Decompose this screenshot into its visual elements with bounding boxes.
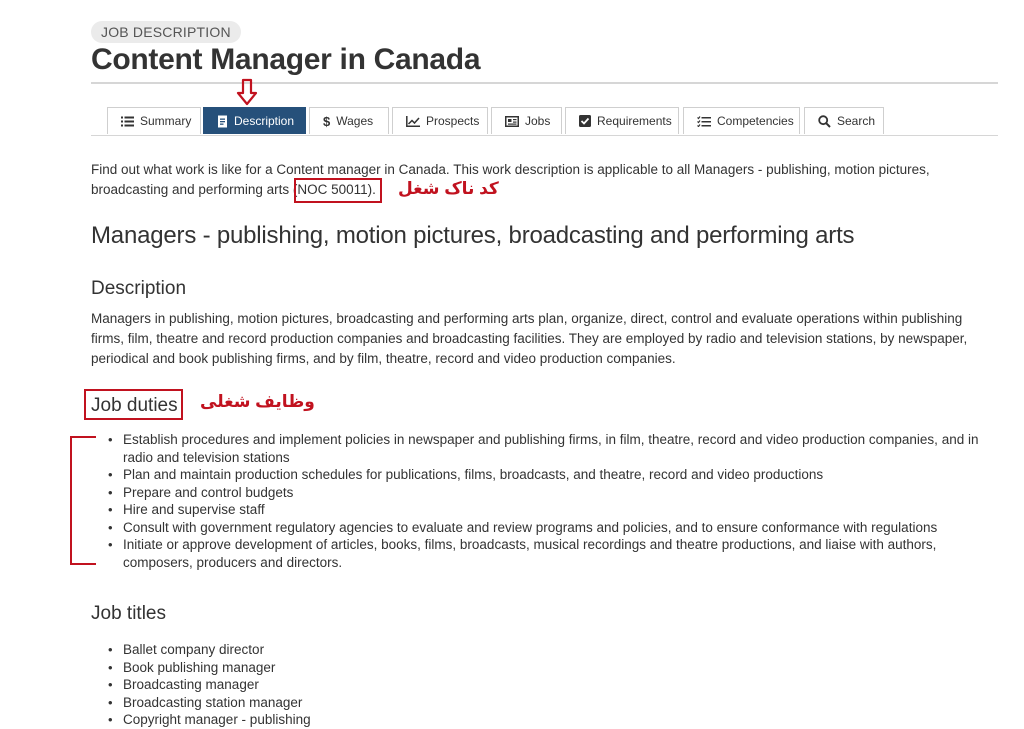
list-item: Book publishing manager (91, 659, 691, 677)
list-item: Prepare and control budgets (91, 484, 991, 502)
tab-label: Summary (140, 113, 192, 128)
occupation-title: Managers - publishing, motion pictures, … (91, 222, 855, 249)
title-divider (91, 82, 998, 84)
tab-wages[interactable]: $ Wages (309, 107, 389, 134)
noc-highlight-box (294, 178, 382, 203)
list-item: Hire and supervise staff (91, 501, 991, 519)
tab-label: Search (837, 113, 876, 128)
list-item: Initiate or approve development of artic… (91, 536, 991, 571)
duties-list: Establish procedures and implement polic… (91, 431, 991, 571)
duties-annotation: وظایف شغلی (200, 392, 315, 411)
search-icon (818, 114, 831, 128)
list-item: Establish procedures and implement polic… (91, 431, 991, 466)
list-item: Plan and maintain production schedules f… (91, 466, 991, 484)
tab-summary[interactable]: Summary (107, 107, 201, 134)
job-titles-list: Ballet company director Book publishing … (91, 641, 691, 729)
tab-description[interactable]: Description (203, 107, 306, 134)
tab-competencies[interactable]: Competencies (683, 107, 800, 134)
tab-label: Wages (336, 113, 374, 128)
dollar-icon: $ (323, 113, 331, 129)
tab-requirements[interactable]: Requirements (565, 107, 679, 134)
list-item: Copyright manager - publishing (91, 711, 691, 729)
page-title: Content Manager in Canada (91, 43, 481, 76)
tab-label: Requirements (597, 113, 672, 128)
tab-label: Jobs (525, 113, 551, 128)
list-item: Consult with government regulatory agenc… (91, 519, 991, 537)
tabs-divider (91, 135, 998, 136)
duties-highlight-box (84, 389, 183, 420)
list-item: Broadcasting manager (91, 676, 691, 694)
intro-text: Find out what work is like for a Content… (91, 162, 930, 197)
document-icon (218, 115, 227, 127)
section-badge: JOB DESCRIPTION (91, 21, 241, 43)
list-item: Ballet company director (91, 641, 691, 659)
newspaper-icon (505, 115, 519, 127)
description-text: Managers in publishing, motion pictures,… (91, 311, 968, 366)
noc-annotation: کد ناک شغل (398, 179, 499, 198)
tab-search[interactable]: Search (804, 107, 884, 134)
annotation-arrow-icon (236, 78, 258, 106)
checklist-icon (697, 115, 711, 127)
intro-paragraph: Find out what work is like for a Content… (91, 160, 951, 200)
list-item: Broadcasting station manager (91, 694, 691, 712)
tab-label: Prospects (426, 113, 480, 128)
tab-jobs[interactable]: Jobs (491, 107, 562, 134)
tab-label: Competencies (717, 113, 794, 128)
list-icon (121, 116, 134, 126)
checkbox-icon (579, 115, 591, 127)
trend-chart-icon (406, 115, 420, 127)
job-titles-heading: Job titles (91, 603, 166, 624)
tab-prospects[interactable]: Prospects (392, 107, 488, 134)
description-heading: Description (91, 278, 187, 299)
tab-label: Description (234, 113, 295, 128)
